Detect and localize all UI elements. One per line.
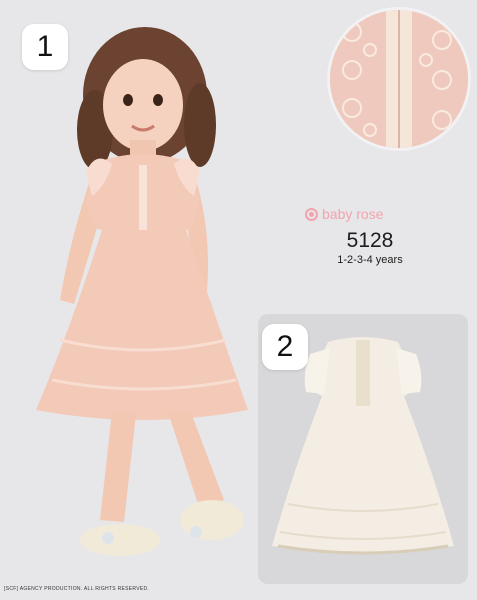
badge-number-2: 2 — [262, 324, 308, 370]
left-shoe — [80, 524, 160, 556]
model-photo — [36, 27, 248, 556]
model-number: 5128 — [346, 229, 394, 252]
lace-detail-circle — [330, 10, 468, 148]
brand-logo: baby rose — [305, 206, 425, 222]
brand-name: baby rose — [322, 206, 384, 222]
product-collage: 1 baby rose 5128 1-2-3-4 years 2 [SCF] A… — [0, 0, 477, 600]
right-shoe — [180, 500, 244, 540]
badge-number-1: 1 — [22, 24, 68, 70]
size-range: 1-2-3-4 years — [337, 254, 403, 266]
face — [103, 59, 183, 151]
brand-icon — [305, 207, 318, 221]
footer-credit: [SCF] AGENCY PRODUCTION. ALL RIGHTS RESE… — [4, 586, 150, 592]
